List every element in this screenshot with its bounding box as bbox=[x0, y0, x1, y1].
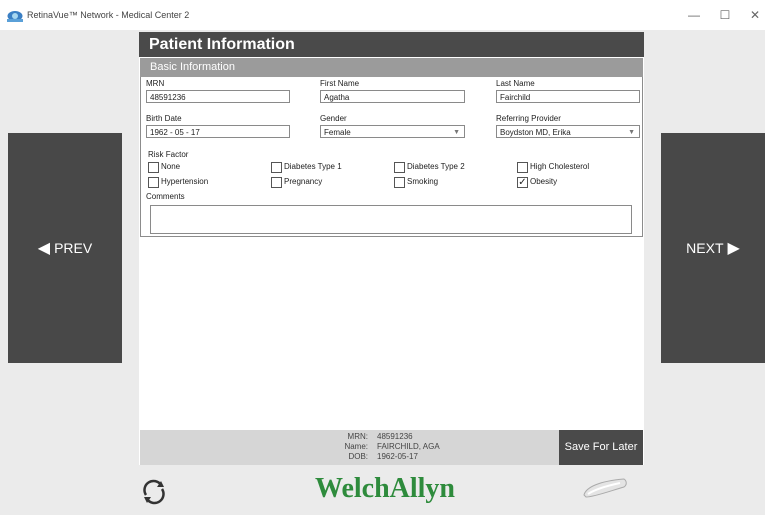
first-name-label: First Name bbox=[320, 79, 360, 88]
checkbox-smoking-label: Smoking bbox=[407, 177, 439, 186]
app-eye-icon bbox=[7, 11, 23, 22]
arrow-left-icon: ◀ bbox=[37, 240, 51, 257]
patient-info-panel: Patient Information Basic Information MR… bbox=[139, 32, 644, 465]
checkbox-diabetes-type-2[interactable] bbox=[394, 162, 405, 173]
window-title: RetinaVue™ Network - Medical Center 2 bbox=[27, 10, 190, 20]
comments-input[interactable] bbox=[150, 205, 632, 234]
summary-mrn-value: 48591236 bbox=[377, 432, 413, 441]
birth-date-input[interactable]: 1962 - 05 - 17 bbox=[146, 125, 290, 138]
checkbox-diabetes-type-1-label: Diabetes Type 1 bbox=[284, 162, 342, 171]
gender-select[interactable]: Female ▼ bbox=[320, 125, 465, 138]
checkbox-diabetes-type-2-label: Diabetes Type 2 bbox=[407, 162, 465, 171]
checkbox-pregnancy[interactable] bbox=[271, 177, 282, 188]
checkbox-obesity[interactable]: ✓ bbox=[517, 177, 528, 188]
checkbox-high-cholesterol-label: High Cholesterol bbox=[530, 162, 590, 171]
prev-label: PREV bbox=[54, 240, 93, 256]
page-title: Patient Information bbox=[139, 32, 644, 57]
checkbox-none-label: None bbox=[161, 162, 181, 171]
checkbox-diabetes-type-1[interactable] bbox=[271, 162, 282, 173]
first-name-input[interactable]: Agatha bbox=[320, 90, 465, 103]
save-for-later-button[interactable]: Save For Later bbox=[559, 430, 643, 465]
patient-summary-bar: MRN: 48591236 Name: FAIRCHILD, AGA DOB: … bbox=[140, 430, 643, 465]
summary-dob-value: 1962-05-17 bbox=[377, 452, 418, 461]
prev-button[interactable]: ◀ PREV bbox=[8, 133, 122, 363]
summary-name-value: FAIRCHILD, AGA bbox=[377, 442, 440, 451]
check-mark-icon: ✓ bbox=[518, 177, 527, 188]
section-title: Basic Information bbox=[140, 58, 643, 77]
mrn-label: MRN bbox=[146, 79, 165, 88]
maximize-button[interactable]: ☐ bbox=[712, 4, 738, 26]
checkbox-pregnancy-label: Pregnancy bbox=[284, 177, 323, 186]
summary-dob-label: DOB: bbox=[348, 452, 368, 461]
gender-label: Gender bbox=[320, 114, 347, 123]
risk-factor-label: Risk Factor bbox=[148, 150, 189, 159]
camera-icon[interactable] bbox=[580, 475, 630, 499]
welch-allyn-logo: WelchAllyn bbox=[314, 473, 455, 504]
checkbox-obesity-label: Obesity bbox=[530, 177, 558, 186]
last-name-input[interactable]: Fairchild bbox=[496, 90, 640, 103]
window-titlebar: RetinaVue™ Network - Medical Center 2 — … bbox=[0, 0, 765, 30]
mrn-input[interactable]: 48591236 bbox=[146, 90, 290, 103]
last-name-label: Last Name bbox=[496, 79, 535, 88]
checkbox-hypertension-label: Hypertension bbox=[161, 177, 209, 186]
checkbox-hypertension[interactable] bbox=[148, 177, 159, 188]
comments-label: Comments bbox=[146, 192, 185, 201]
gender-value: Female bbox=[324, 128, 351, 137]
birth-date-label: Birth Date bbox=[146, 114, 182, 123]
checkbox-smoking[interactable] bbox=[394, 177, 405, 188]
referring-provider-select[interactable]: Boydston MD, Erika ▼ bbox=[496, 125, 640, 138]
chevron-down-icon: ▼ bbox=[628, 129, 635, 136]
minimize-button[interactable]: — bbox=[681, 4, 707, 26]
referring-provider-label: Referring Provider bbox=[496, 114, 561, 123]
summary-name-label: Name: bbox=[344, 442, 368, 451]
refresh-arrows-icon bbox=[143, 479, 165, 505]
refresh-icon[interactable] bbox=[139, 478, 169, 506]
referring-provider-value: Boydston MD, Erika bbox=[500, 128, 571, 137]
checkbox-high-cholesterol[interactable] bbox=[517, 162, 528, 173]
next-button[interactable]: NEXT ▶ bbox=[661, 133, 765, 363]
summary-mrn-label: MRN: bbox=[347, 432, 368, 441]
chevron-down-icon: ▼ bbox=[453, 129, 460, 136]
checkbox-none[interactable] bbox=[148, 162, 159, 173]
arrow-right-icon: ▶ bbox=[727, 240, 740, 257]
close-button[interactable]: ✕ bbox=[742, 4, 765, 26]
next-label: NEXT bbox=[686, 240, 724, 256]
